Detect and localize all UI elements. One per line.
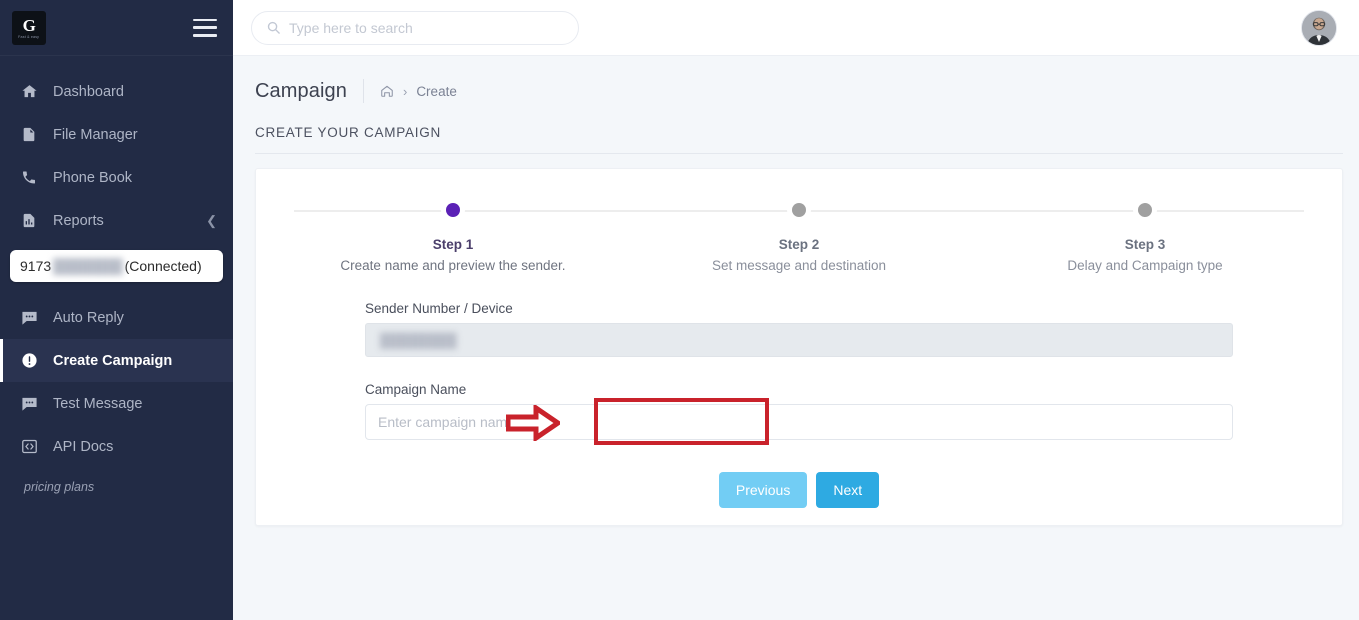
- page-content: Campaign › Create CREATE YOUR CAMPAIGN S…: [233, 56, 1359, 620]
- stepper-step-1[interactable]: Step 1 Create name and preview the sende…: [280, 197, 626, 273]
- sidebar-item-auto-reply[interactable]: Auto Reply: [0, 296, 233, 339]
- previous-button[interactable]: Previous: [718, 472, 808, 508]
- search-box[interactable]: [251, 10, 579, 45]
- breadcrumb-separator: ›: [402, 83, 408, 99]
- sidebar-item-label: Dashboard: [53, 83, 124, 100]
- page-header: Campaign › Create: [255, 76, 1343, 106]
- page-title: Campaign: [255, 79, 347, 102]
- phone-icon: [21, 169, 43, 186]
- sidebar-nav-secondary: Auto Reply Create Campaign Test Message …: [0, 288, 233, 468]
- section-divider: [255, 153, 1343, 154]
- campaign-name-field-label: Campaign Name: [365, 382, 467, 397]
- hamburger-bar: [193, 34, 217, 37]
- campaign-name-field[interactable]: [365, 404, 1233, 440]
- hamburger-icon[interactable]: [193, 18, 217, 37]
- divider: [362, 79, 364, 103]
- app-root: G Fast & easy Dashboard File Manager Pho…: [0, 0, 1359, 620]
- main-area: Campaign › Create CREATE YOUR CAMPAIGN: [233, 0, 1359, 620]
- sidebar-item-label: Auto Reply: [53, 309, 124, 326]
- step-title: Step 1: [432, 237, 474, 252]
- topbar: [233, 0, 1359, 56]
- device-number-prefix: 9173: [20, 258, 52, 274]
- sidebar-nav-primary: Dashboard File Manager Phone Book Report…: [0, 56, 233, 242]
- device-status: (Connected): [124, 258, 202, 274]
- alert-circle-icon: [21, 352, 43, 369]
- sidebar-item-label: Phone Book: [53, 169, 133, 186]
- connected-device-selector[interactable]: 9173 ███████ (Connected): [10, 250, 223, 282]
- breadcrumb-current[interactable]: Create: [416, 84, 457, 99]
- sidebar-item-label: File Manager: [53, 126, 138, 143]
- search-icon: [266, 20, 281, 35]
- sidebar: G Fast & easy Dashboard File Manager Pho…: [0, 0, 233, 620]
- form-buttons: Previous Next: [365, 472, 1233, 508]
- chat-icon: [21, 310, 43, 325]
- sender-number-masked-value: ████████: [380, 332, 457, 348]
- logo-subtext: Fast & easy: [18, 33, 40, 39]
- stepper-step-2[interactable]: Step 2 Set message and destination: [626, 197, 972, 273]
- sidebar-item-label: Reports: [53, 212, 104, 229]
- file-icon: [21, 126, 43, 143]
- chat-icon: [21, 396, 43, 411]
- sender-field-label: Sender Number / Device: [365, 301, 513, 316]
- sidebar-item-label: API Docs: [53, 438, 114, 455]
- stepper-steps: Step 1 Create name and preview the sende…: [280, 197, 1318, 273]
- step-dot-inactive: [792, 203, 806, 217]
- next-button[interactable]: Next: [816, 472, 880, 508]
- device-selector-wrapper: 9173 ███████ (Connected): [0, 242, 233, 288]
- step-description: Set message and destination: [711, 258, 887, 273]
- app-logo[interactable]: G Fast & easy: [12, 10, 46, 45]
- pricing-plans-link[interactable]: pricing plans: [24, 480, 94, 494]
- avatar[interactable]: [1301, 9, 1337, 46]
- step-dot-active: [446, 203, 460, 217]
- sender-number-field: ████████: [365, 323, 1233, 357]
- sidebar-item-file-manager[interactable]: File Manager: [0, 113, 233, 156]
- sidebar-header: G Fast & easy: [0, 0, 233, 56]
- code-brackets-icon: [21, 438, 43, 455]
- logo-letter: G: [22, 15, 36, 35]
- step-title: Step 2: [778, 237, 820, 252]
- step-dot-inactive: [1138, 203, 1152, 217]
- step-description: Create name and preview the sender.: [340, 258, 566, 273]
- section-label: CREATE YOUR CAMPAIGN: [255, 125, 442, 140]
- step-description: Delay and Campaign type: [1067, 258, 1223, 273]
- campaign-form: Sender Number / Device ████████ Campaign…: [365, 301, 1233, 508]
- search-input[interactable]: [289, 19, 564, 36]
- step-title: Step 3: [1124, 237, 1166, 252]
- hamburger-bar: [193, 26, 217, 29]
- campaign-name-input[interactable]: [378, 414, 1220, 430]
- chevron-left-icon: ❮: [206, 212, 217, 228]
- stepper-step-3[interactable]: Step 3 Delay and Campaign type: [972, 197, 1318, 273]
- sidebar-item-api-docs[interactable]: API Docs: [0, 425, 233, 468]
- stepper: Step 1 Create name and preview the sende…: [280, 197, 1318, 285]
- hamburger-bar: [193, 18, 217, 21]
- sidebar-item-create-campaign[interactable]: Create Campaign: [0, 339, 233, 382]
- sidebar-item-dashboard[interactable]: Dashboard: [0, 70, 233, 113]
- breadcrumb-home-icon[interactable]: [380, 84, 394, 98]
- sidebar-item-label: Test Message: [53, 395, 143, 412]
- sidebar-item-label: Create Campaign: [53, 352, 173, 369]
- breadcrumb: › Create: [380, 84, 457, 99]
- sidebar-item-reports[interactable]: Reports ❮: [0, 199, 233, 242]
- device-number-masked: ███████: [53, 258, 123, 274]
- report-chart-icon: [21, 212, 43, 229]
- pricing-plans-wrapper: pricing plans: [0, 468, 233, 496]
- sidebar-item-test-message[interactable]: Test Message: [0, 382, 233, 425]
- campaign-card: Step 1 Create name and preview the sende…: [255, 168, 1343, 526]
- sidebar-item-phone-book[interactable]: Phone Book: [0, 156, 233, 199]
- home-icon: [21, 83, 43, 100]
